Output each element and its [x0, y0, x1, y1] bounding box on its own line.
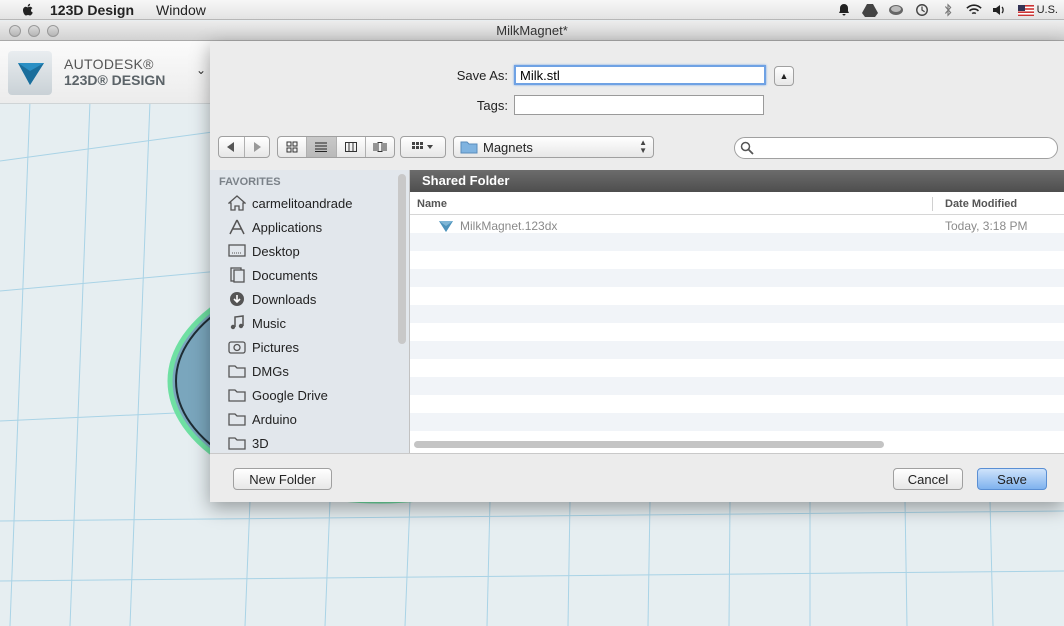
- folder-icon: [228, 437, 246, 450]
- downloads-icon: [230, 292, 244, 306]
- time-machine-icon[interactable]: [914, 3, 930, 17]
- back-button[interactable]: [219, 137, 245, 157]
- sidebar-item-music[interactable]: Music: [228, 312, 286, 334]
- icon-view-button[interactable]: [278, 137, 308, 157]
- home-icon: [228, 195, 246, 211]
- desktop-icon: [228, 244, 246, 257]
- brand-line1: AUTODESK®: [64, 56, 154, 72]
- app-logo[interactable]: [8, 51, 52, 95]
- save-as-input[interactable]: [514, 65, 766, 85]
- documents-icon: [230, 267, 245, 283]
- sidebar-item-label: Google Drive: [252, 387, 328, 403]
- sidebar: FAVORITES carmelitoandrade Applications …: [210, 170, 410, 453]
- save-dialog: Save As: ▲ Tags: Magnets ▲▼ FAVORITES ca…: [210, 41, 1064, 502]
- sidebar-item-label: 3D: [252, 435, 269, 451]
- forward-button[interactable]: [245, 137, 270, 157]
- column-view-button[interactable]: [337, 137, 366, 157]
- applications-icon: [229, 219, 245, 235]
- favorites-heading: FAVORITES: [219, 176, 281, 188]
- list-item[interactable]: MilkMagnet.123dx Today, 3:18 PM: [410, 217, 1064, 235]
- sidebar-item-label: Applications: [252, 219, 323, 235]
- folder-icon: [228, 365, 246, 378]
- brand-text: AUTODESK® 123D® DESIGN: [64, 56, 165, 88]
- sidebar-item-label: Pictures: [252, 339, 299, 355]
- collapse-dialog-button[interactable]: ▲: [774, 66, 794, 86]
- sidebar-item-label: Downloads: [252, 291, 317, 307]
- back-forward-buttons: [218, 136, 270, 158]
- pictures-icon: [228, 341, 246, 354]
- sidebar-item-applications[interactable]: Applications: [228, 216, 322, 238]
- brand-line2: 123D® DESIGN: [64, 72, 166, 88]
- arrange-grid-icon: [412, 142, 433, 149]
- column-header-date[interactable]: Date Modified: [945, 198, 1017, 210]
- new-folder-button[interactable]: New Folder: [233, 468, 332, 490]
- music-icon: [230, 315, 244, 330]
- tags-label: Tags:: [476, 98, 508, 113]
- search-field[interactable]: [734, 137, 1058, 159]
- volume-icon[interactable]: [992, 3, 1008, 17]
- sidebar-item-desktop[interactable]: Desktop: [228, 240, 300, 262]
- file-name: MilkMagnet.123dx: [460, 219, 558, 233]
- sidebar-item-home[interactable]: carmelitoandrade: [228, 192, 352, 214]
- menu-bar: 123D Design Window U.S.: [0, 0, 1064, 20]
- window-title: MilkMagnet*: [496, 23, 568, 38]
- sidebar-item-label: carmelitoandrade: [252, 195, 353, 211]
- drive-disk-icon[interactable]: [888, 3, 904, 17]
- file-list: Shared Folder Name Date Modified MilkMag…: [410, 170, 1064, 453]
- sidebar-item-label: Documents: [252, 267, 318, 283]
- view-mode-buttons: [277, 136, 395, 158]
- list-section-title: Shared Folder: [410, 170, 1064, 192]
- status-tray: U.S.: [836, 0, 1058, 20]
- sidebar-scrollbar[interactable]: [398, 174, 406, 344]
- sidebar-item-pictures[interactable]: Pictures: [228, 336, 299, 358]
- search-icon: [740, 141, 754, 155]
- folder-icon: [228, 413, 246, 426]
- input-source[interactable]: U.S.: [1017, 4, 1058, 16]
- app-menu-chevron-icon[interactable]: ⌄: [196, 63, 206, 77]
- wifi-icon[interactable]: [965, 3, 982, 17]
- cover-flow-button[interactable]: [366, 137, 394, 157]
- dialog-footer: New Folder Cancel Save: [210, 453, 1064, 502]
- save-button[interactable]: Save: [977, 468, 1047, 490]
- sidebar-item-label: DMGs: [252, 363, 289, 379]
- folder-icon: [460, 141, 478, 154]
- folder-icon: [228, 389, 246, 402]
- notification-icon[interactable]: [836, 3, 852, 17]
- cancel-button[interactable]: Cancel: [893, 468, 963, 490]
- sidebar-item-google-drive[interactable]: Google Drive: [228, 384, 328, 406]
- location-label: Magnets: [483, 139, 533, 155]
- popup-arrows-icon: ▲ ▼: [639, 138, 647, 155]
- location-popup[interactable]: Magnets ▲ ▼: [453, 136, 654, 158]
- input-source-label: U.S.: [1036, 4, 1058, 16]
- bluetooth-icon[interactable]: [940, 3, 956, 17]
- file-date: Today, 3:18 PM: [945, 219, 1028, 233]
- sidebar-item-label: Music: [252, 315, 286, 331]
- column-header-name[interactable]: Name: [417, 198, 447, 210]
- sidebar-item-dmgs[interactable]: DMGs: [228, 360, 289, 382]
- sidebar-item-label: Desktop: [252, 243, 300, 259]
- menu-app-name[interactable]: 123D Design: [50, 2, 134, 18]
- sidebar-item-3d[interactable]: 3D: [228, 432, 269, 454]
- sidebar-item-downloads[interactable]: Downloads: [228, 288, 316, 310]
- 123dx-file-icon: [439, 221, 453, 232]
- us-flag-icon: [1017, 4, 1034, 16]
- menu-window[interactable]: Window: [156, 2, 206, 18]
- apple-menu-icon[interactable]: [20, 2, 36, 18]
- google-drive-icon[interactable]: [861, 3, 878, 17]
- window-title-bar: MilkMagnet*: [0, 21, 1064, 41]
- list-rows: [410, 215, 1064, 437]
- tags-input[interactable]: [514, 95, 764, 115]
- column-divider[interactable]: [932, 197, 933, 211]
- sidebar-item-arduino[interactable]: Arduino: [228, 408, 297, 430]
- arrange-button[interactable]: [400, 136, 446, 158]
- list-view-button[interactable]: [307, 137, 337, 157]
- sidebar-item-documents[interactable]: Documents: [228, 264, 318, 286]
- horizontal-scrollbar[interactable]: [414, 441, 884, 448]
- save-as-label: Save As:: [456, 68, 508, 83]
- column-headers: Name Date Modified: [410, 193, 1064, 215]
- sidebar-item-label: Arduino: [252, 411, 297, 427]
